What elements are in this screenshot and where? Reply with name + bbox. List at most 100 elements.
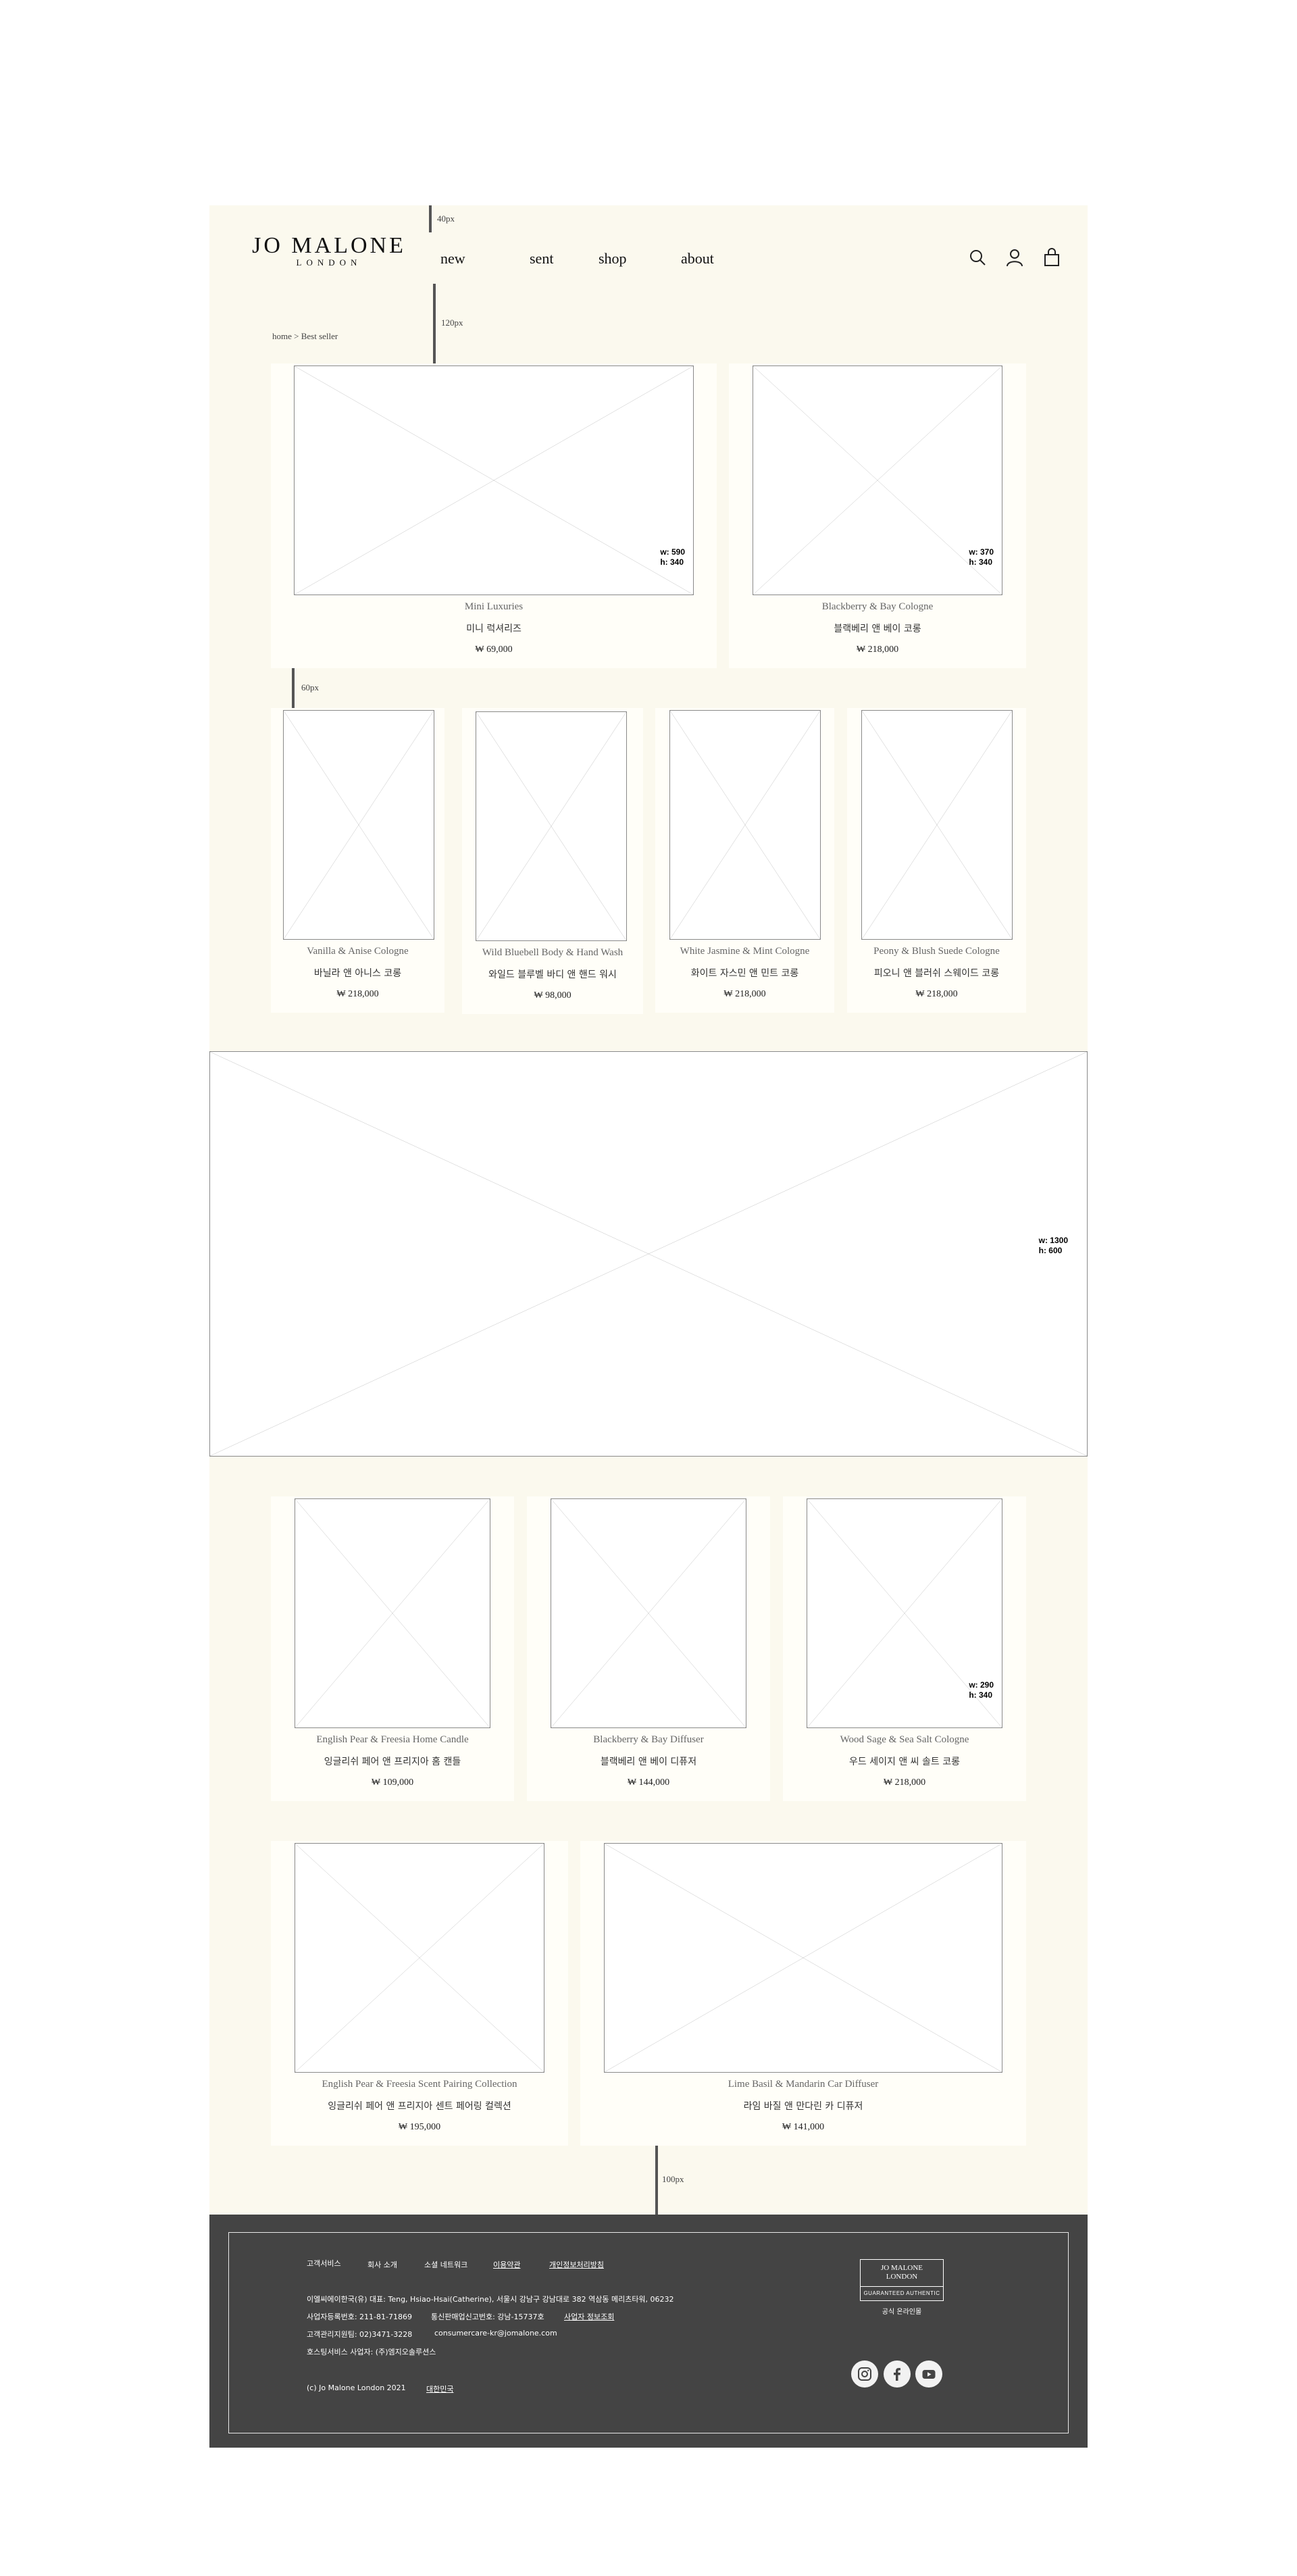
product-image-placeholder [669,710,821,940]
badge-guarantee-text: GUARANTEED AUTHENTIC [863,2290,940,2296]
spacing-marker-breadcrumb [433,284,436,365]
spacing-label-footer: 100px [662,2174,684,2184]
logo-wordmark: JO MALONE [252,233,406,258]
product-image-placeholder: w: 370 h: 340 [753,365,1002,595]
facebook-icon[interactable] [884,2360,911,2388]
product-name[interactable]: Mini Luxuries [271,601,717,613]
product-name-korean: 블랙베리 앤 베이 코롱 [834,624,921,634]
product-card[interactable]: English Pear & Freesia Home Candle 잉글리쉬 … [271,1496,514,1801]
footer-phone: 고객관리지원팀: 02)3471-3228 [307,2330,413,2339]
product-name[interactable]: English Pear & Freesia Scent Pairing Col… [271,2079,568,2090]
product-name[interactable]: White Jasmine & Mint Cologne [655,946,834,957]
product-price: ₩ 144,000 [627,1777,670,1788]
product-card[interactable]: Blackberry & Bay Diffuser 블랙베리 앤 베이 디퓨저 … [527,1496,770,1801]
product-name-korean: 잉글리쉬 페어 앤 프리지아 홈 캔들 [324,1757,461,1767]
page-canvas: JO MALONE LONDON new sent shop about 40p… [209,205,1088,2448]
product-name-korean: 라임 바질 앤 만다린 카 디퓨저 [743,2101,863,2112]
product-name-korean: 블랙베리 앤 베이 디퓨저 [600,1757,697,1767]
footer-hosting: 호스팅서비스 사업자: (주)엠지오솔루션스 [307,2348,436,2356]
product-card[interactable]: Vanilla & Anise Cologne 바닐라 앤 아니스 코롱 ₩ 2… [271,708,444,1013]
product-image-placeholder [551,1498,746,1728]
breadcrumb[interactable]: home > Best seller [272,331,338,342]
footer-business-info-link[interactable]: 사업자 정보조회 [564,2311,614,2322]
instagram-icon[interactable] [851,2360,878,2388]
dimension-label: w: 1300 h: 600 [1038,1236,1068,1255]
site-footer: 고객서비스 회사 소개 소셜 네트워크 이용약관 개인정보처리방침 이엘씨에이한… [209,2215,1088,2448]
product-price: ₩ 218,000 [856,645,899,655]
bag-icon[interactable] [1042,247,1062,268]
hero-banner-placeholder[interactable]: w: 1300 h: 600 [209,1051,1088,1457]
footer-link-privacy[interactable]: 개인정보처리방침 [549,2259,604,2270]
product-image-placeholder: w: 290 h: 340 [807,1498,1002,1728]
youtube-icon[interactable] [915,2360,942,2388]
footer-link-customer-service[interactable]: 고객서비스 [307,2258,341,2269]
product-name[interactable]: English Pear & Freesia Home Candle [271,1734,514,1746]
product-name-korean: 우드 세이지 앤 씨 솔트 코롱 [849,1757,960,1767]
spacing-label-top: 40px [437,213,455,224]
brand-logo[interactable]: JO MALONE LONDON [248,234,410,268]
spacing-label-breadcrumb: 120px [441,318,463,328]
product-name[interactable]: Vanilla & Anise Cologne [271,946,444,957]
product-image-placeholder [861,710,1013,940]
product-image-placeholder: w: 590 h: 340 [294,365,694,595]
product-image-placeholder [604,1843,1002,2073]
product-price: ₩ 109,000 [371,1777,414,1788]
product-card[interactable]: Peony & Blush Suede Cologne 피오니 앤 블러쉬 스웨… [847,708,1026,1013]
product-name[interactable]: Wood Sage & Sea Salt Cologne [783,1734,1026,1746]
product-name-korean: 바닐라 앤 아니스 코롱 [313,968,402,979]
authentic-badge[interactable]: JO MALONE LONDON GUARANTEED AUTHENTIC [860,2259,944,2301]
footer-mail-order-number: 통신판매업신고번호: 강남-15737호 [431,2313,544,2321]
product-card[interactable]: English Pear & Freesia Scent Pairing Col… [271,1841,568,2146]
product-price: ₩ 69,000 [475,645,513,655]
product-name-korean: 잉글리쉬 페어 앤 프리지아 센트 페어링 컬렉션 [328,2101,511,2112]
spacing-marker-row [292,668,295,709]
footer-link-about[interactable]: 회사 소개 [367,2259,397,2270]
spacing-marker-footer [655,2146,658,2215]
product-name[interactable]: Lime Basil & Mandarin Car Diffuser [580,2079,1026,2090]
footer-email[interactable]: consumercare-kr@jomalone.com [434,2329,557,2338]
product-price: ₩ 141,000 [782,2122,825,2132]
spacing-marker-top [429,205,432,232]
product-price: ₩ 98,000 [534,990,571,1001]
product-image-placeholder [476,711,627,941]
product-card[interactable]: w: 370 h: 340 Blackberry & Bay Cologne 블랙… [729,363,1026,668]
product-name[interactable]: Wild Bluebell Body & Hand Wash [462,947,643,959]
product-name-korean: 와일드 블루벨 바디 앤 핸드 워시 [488,969,617,980]
dimension-label: w: 590 h: 340 [660,547,685,567]
footer-copyright: (c) Jo Malone London 2021 [307,2383,406,2392]
footer-business-number: 사업자등록번호: 211-81-71869 [307,2313,412,2321]
product-name[interactable]: Peony & Blush Suede Cologne [847,946,1026,957]
product-name-korean: 피오니 앤 블러쉬 스웨이드 코롱 [873,968,1000,979]
product-name[interactable]: Blackberry & Bay Cologne [729,601,1026,613]
product-price: ₩ 218,000 [883,1777,926,1788]
badge-caption: 공식 온라인몰 [882,2308,922,2316]
product-image-placeholder [295,1498,490,1728]
nav-sent[interactable]: sent [530,250,553,268]
product-price: ₩ 195,000 [398,2122,441,2132]
footer-link-terms[interactable]: 이용약관 [493,2259,520,2270]
spacing-label-row: 60px [301,682,319,692]
product-name-korean: 미니 럭셔리즈 [466,624,522,634]
product-card[interactable]: Wild Bluebell Body & Hand Wash 와일드 블루벨 바… [462,708,643,1014]
product-card[interactable]: White Jasmine & Mint Cologne 화이트 자스민 앤 민… [655,708,834,1013]
nav-new[interactable]: new [440,250,465,268]
user-icon[interactable] [1004,247,1025,268]
product-card[interactable]: Lime Basil & Mandarin Car Diffuser 라임 바질… [580,1841,1026,2146]
product-name[interactable]: Blackberry & Bay Diffuser [527,1734,770,1746]
nav-shop[interactable]: shop [599,250,627,268]
product-price: ₩ 218,000 [723,989,766,999]
badge-logo-text: JO MALONE LONDON [861,2260,943,2287]
search-icon[interactable] [967,247,988,268]
product-card[interactable]: w: 590 h: 340 Mini Luxuries 미니 럭셔리즈 ₩ 69,… [271,363,717,668]
product-price: ₩ 218,000 [915,989,958,999]
footer-country-selector[interactable]: 대한민국 [426,2383,453,2394]
footer-link-social[interactable]: 소셜 네트워크 [424,2259,467,2270]
product-card[interactable]: w: 290 h: 340 Wood Sage & Sea Salt Cologn… [783,1496,1026,1801]
product-name-korean: 화이트 자스민 앤 민트 코롱 [690,968,799,979]
dimension-label: w: 290 h: 340 [969,1680,994,1700]
product-image-placeholder [295,1843,544,2073]
product-price: ₩ 218,000 [336,989,379,999]
nav-about[interactable]: about [681,250,714,268]
logo-subtitle: LONDON [296,257,362,268]
product-image-placeholder [283,710,434,940]
